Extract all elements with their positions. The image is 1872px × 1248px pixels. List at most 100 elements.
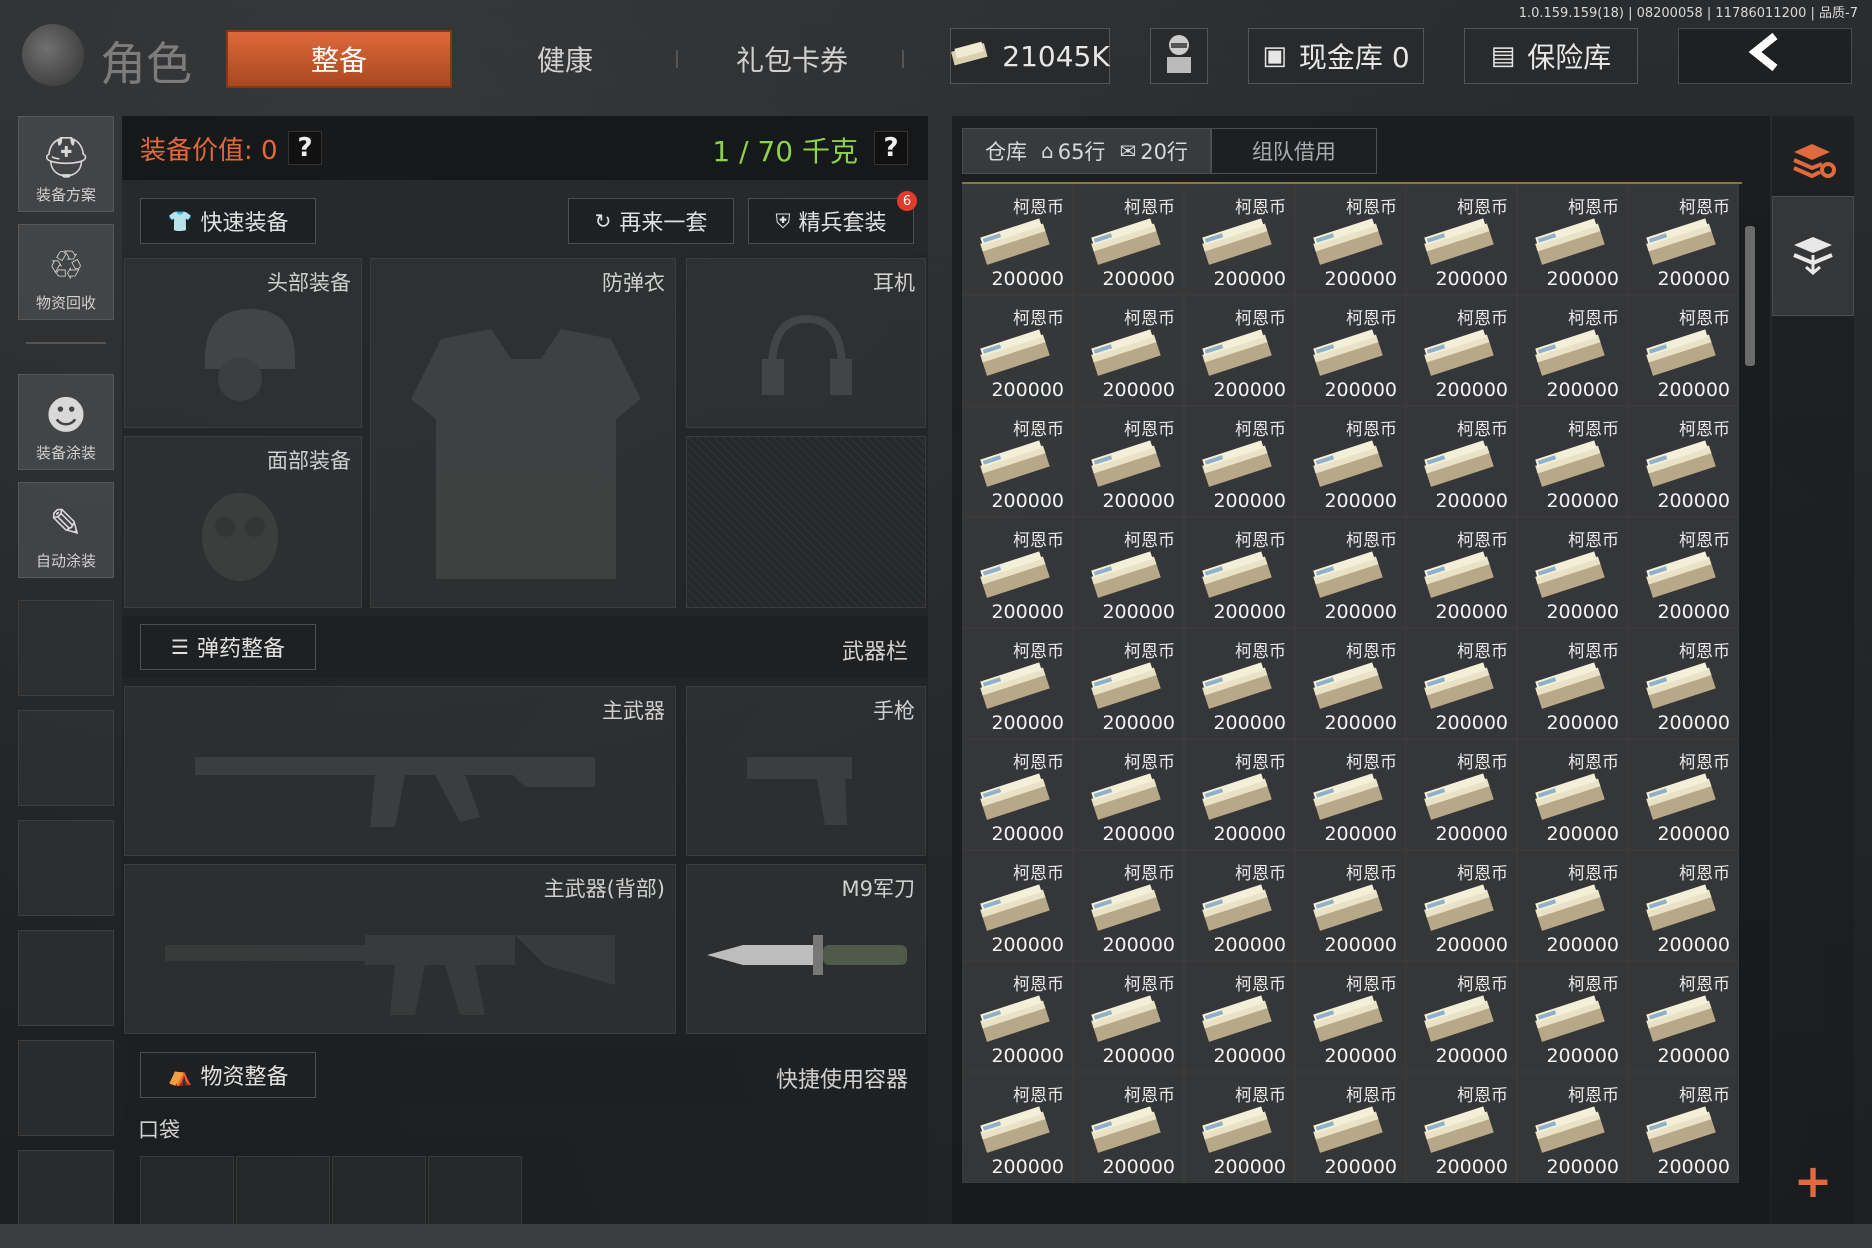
warehouse-item-cell[interactable]: 柯恩币 200000	[1517, 1072, 1628, 1183]
warehouse-item-cell[interactable]: 柯恩币 200000	[962, 406, 1073, 517]
warehouse-scrollbar[interactable]	[1745, 226, 1755, 366]
pocket-slot[interactable]	[428, 1156, 522, 1226]
warehouse-item-cell[interactable]: 柯恩币 200000	[1073, 739, 1184, 850]
warehouse-item-cell[interactable]: 柯恩币 200000	[1295, 517, 1406, 628]
headset-slot[interactable]: 耳机	[686, 258, 926, 428]
head-gear-slot[interactable]: 头部装备	[124, 258, 362, 428]
pocket-slot[interactable]	[236, 1156, 330, 1226]
warehouse-item-cell[interactable]: 柯恩币 200000	[1295, 961, 1406, 1072]
tab-prepare[interactable]: 整备	[226, 30, 452, 88]
warehouse-item-cell[interactable]: 柯恩币 200000	[962, 295, 1073, 406]
sidebar-item-auto-paint[interactable]: ✎ 自动涂装	[18, 482, 114, 578]
body-armor-slot[interactable]: 防弹衣	[370, 258, 676, 608]
warehouse-item-cell[interactable]: 柯恩币 200000	[1295, 406, 1406, 517]
warehouse-item-cell[interactable]: 柯恩币 200000	[1184, 517, 1295, 628]
warehouse-item-cell[interactable]: 柯恩币 200000	[1517, 850, 1628, 961]
warehouse-item-cell[interactable]: 柯恩币 200000	[1406, 850, 1517, 961]
warehouse-item-cell[interactable]: 柯恩币 200000	[1295, 295, 1406, 406]
another-set-button[interactable]: ↻ 再来一套	[568, 198, 734, 244]
warehouse-item-cell[interactable]: 柯恩币 200000	[1628, 850, 1739, 961]
warehouse-item-cell[interactable]: 柯恩币 200000	[1073, 295, 1184, 406]
warehouse-item-cell[interactable]: 柯恩币 200000	[1517, 406, 1628, 517]
warehouse-item-cell[interactable]: 柯恩币 200000	[1184, 295, 1295, 406]
pocket-slot[interactable]	[140, 1156, 234, 1226]
warehouse-item-cell[interactable]: 柯恩币 200000	[1184, 184, 1295, 295]
face-gear-slot[interactable]: 面部装备	[124, 436, 362, 608]
warehouse-item-cell[interactable]: 柯恩币 200000	[1628, 517, 1739, 628]
expand-button[interactable]: +	[1772, 1154, 1854, 1208]
warehouse-item-cell[interactable]: 柯恩币 200000	[1295, 628, 1406, 739]
warehouse-item-cell[interactable]: 柯恩币 200000	[1073, 406, 1184, 517]
primary-weapon-slot[interactable]: 主武器	[124, 686, 676, 856]
warehouse-item-cell[interactable]: 柯恩币 200000	[1628, 961, 1739, 1072]
warehouse-item-cell[interactable]: 柯恩币 200000	[962, 961, 1073, 1072]
value-help-button[interactable]: ?	[288, 131, 322, 165]
weight-help-button[interactable]: ?	[874, 131, 908, 165]
cash-vault-button[interactable]: ▣ 现金库 0	[1248, 28, 1424, 84]
warehouse-item-cell[interactable]: 柯恩币 200000	[1406, 184, 1517, 295]
warehouse-item-cell[interactable]: 柯恩币 200000	[1073, 628, 1184, 739]
tab-warehouse[interactable]: 仓库 ⌂ 65行 ✉ 20行	[962, 128, 1211, 174]
ammo-prepare-button[interactable]: ☰ 弹药整备	[140, 624, 316, 670]
warehouse-item-cell[interactable]: 柯恩币 200000	[1184, 961, 1295, 1072]
warehouse-item-cell[interactable]: 柯恩币 200000	[1517, 739, 1628, 850]
warehouse-item-cell[interactable]: 柯恩币 200000	[1295, 1072, 1406, 1183]
warehouse-item-cell[interactable]: 柯恩币 200000	[1073, 517, 1184, 628]
sort-button[interactable]	[1772, 122, 1854, 202]
sidebar-item-skin[interactable]: ☻ 装备涂装	[18, 374, 114, 470]
warehouse-item-cell[interactable]: 柯恩币 200000	[962, 184, 1073, 295]
warehouse-item-cell[interactable]: 柯恩币 200000	[1628, 406, 1739, 517]
warehouse-item-cell[interactable]: 柯恩币 200000	[1295, 850, 1406, 961]
sidebar-item-recycle[interactable]: ♲ 物资回收	[18, 224, 114, 320]
quick-equip-button[interactable]: 👕 快速装备	[140, 198, 316, 244]
warehouse-item-cell[interactable]: 柯恩币 200000	[1406, 739, 1517, 850]
warehouse-item-cell[interactable]: 柯恩币 200000	[1406, 517, 1517, 628]
warehouse-item-cell[interactable]: 柯恩币 200000	[1295, 184, 1406, 295]
warehouse-item-cell[interactable]: 柯恩币 200000	[962, 517, 1073, 628]
warehouse-item-cell[interactable]: 柯恩币 200000	[1406, 1072, 1517, 1183]
tab-team-borrow[interactable]: 组队借用	[1210, 128, 1377, 174]
warehouse-item-cell[interactable]: 柯恩币 200000	[962, 1072, 1073, 1183]
pistol-slot[interactable]: 手枪	[686, 686, 926, 856]
warehouse-item-cell[interactable]: 柯恩币 200000	[1073, 1072, 1184, 1183]
back-button[interactable]	[1678, 28, 1852, 84]
safe-button[interactable]: ▤ 保险库	[1464, 28, 1638, 84]
warehouse-item-cell[interactable]: 柯恩币 200000	[1517, 628, 1628, 739]
warehouse-item-cell[interactable]: 柯恩币 200000	[962, 850, 1073, 961]
warehouse-item-cell[interactable]: 柯恩币 200000	[1406, 406, 1517, 517]
warehouse-item-cell[interactable]: 柯恩币 200000	[962, 628, 1073, 739]
knife-slot[interactable]: M9军刀	[686, 864, 926, 1034]
warehouse-item-cell[interactable]: 柯恩币 200000	[1517, 517, 1628, 628]
tab-health[interactable]: 健康	[480, 30, 650, 88]
pocket-slot[interactable]	[332, 1156, 426, 1226]
warehouse-item-cell[interactable]: 柯恩币 200000	[1628, 184, 1739, 295]
tab-gift-cards[interactable]: 礼包卡券	[700, 30, 884, 88]
sidebar-item-loadout[interactable]: ⛑ 装备方案	[18, 116, 114, 212]
warehouse-item-cell[interactable]: 柯恩币 200000	[1517, 961, 1628, 1072]
warehouse-item-cell[interactable]: 柯恩币 200000	[1073, 850, 1184, 961]
warehouse-item-cell[interactable]: 柯恩币 200000	[1628, 1072, 1739, 1183]
primary-weapon-back-slot[interactable]: 主武器(背部)	[124, 864, 676, 1034]
warehouse-item-cell[interactable]: 柯恩币 200000	[1184, 1072, 1295, 1183]
warehouse-item-cell[interactable]: 柯恩币 200000	[1073, 961, 1184, 1072]
elite-set-button[interactable]: ⛨ 精兵套装 6	[748, 191, 917, 244]
currency-display[interactable]: 21045K	[950, 28, 1110, 84]
warehouse-item-cell[interactable]: 柯恩币 200000	[1184, 739, 1295, 850]
warehouse-item-cell[interactable]: 柯恩币 200000	[1517, 295, 1628, 406]
supply-prepare-button[interactable]: ⛺ 物资整备	[140, 1052, 316, 1098]
warehouse-item-cell[interactable]: 柯恩币 200000	[1628, 295, 1739, 406]
store-all-button[interactable]	[1772, 196, 1854, 316]
warehouse-item-cell[interactable]: 柯恩币 200000	[1406, 961, 1517, 1072]
warehouse-item-cell[interactable]: 柯恩币 200000	[1517, 184, 1628, 295]
warehouse-item-cell[interactable]: 柯恩币 200000	[1184, 406, 1295, 517]
warehouse-item-cell[interactable]: 柯恩币 200000	[1184, 628, 1295, 739]
warehouse-item-cell[interactable]: 柯恩币 200000	[1295, 739, 1406, 850]
warehouse-item-cell[interactable]: 柯恩币 200000	[1406, 628, 1517, 739]
warehouse-item-cell[interactable]: 柯恩币 200000	[1628, 739, 1739, 850]
operator-button[interactable]	[1150, 28, 1208, 84]
warehouse-item-cell[interactable]: 柯恩币 200000	[962, 739, 1073, 850]
warehouse-item-cell[interactable]: 柯恩币 200000	[1184, 850, 1295, 961]
warehouse-item-cell[interactable]: 柯恩币 200000	[1073, 184, 1184, 295]
warehouse-item-cell[interactable]: 柯恩币 200000	[1628, 628, 1739, 739]
warehouse-item-cell[interactable]: 柯恩币 200000	[1406, 295, 1517, 406]
